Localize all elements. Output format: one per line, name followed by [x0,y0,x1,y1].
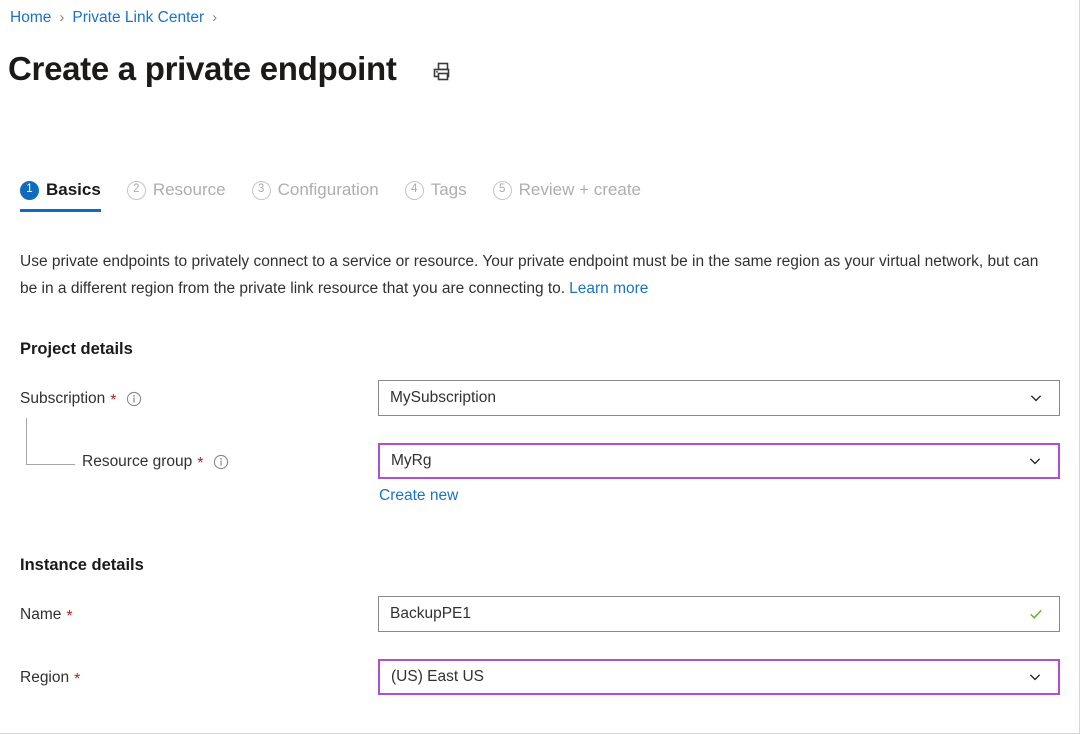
tab-label: Review + create [518,180,642,199]
tab-label: Configuration [277,180,379,199]
page-title: Create a private endpoint [8,50,397,87]
tab-number-badge: 5 [492,180,512,200]
breadcrumb-chevron-icon: › [59,9,65,26]
chevron-down-icon[interactable] [1024,454,1046,468]
resource-group-dropdown[interactable]: MyRg [378,443,1060,479]
tab-label: Resource [152,180,226,199]
section-heading-instance-details: Instance details [20,556,144,574]
breadcrumb-chevron-icon: › [212,9,218,26]
name-input[interactable]: BackupPE1 [378,596,1060,632]
tab-tags[interactable]: 4 Tags [404,180,467,212]
region-label-text: Region [20,669,70,686]
required-asterisk: * [74,671,81,688]
create-new-resource-group-link[interactable]: Create new [379,485,458,507]
tab-number-badge: 2 [126,180,146,200]
resource-group-value: MyRg [391,452,432,469]
chevron-down-icon[interactable] [1025,391,1047,405]
tab-number-badge: 4 [404,180,424,200]
resource-group-label: Resource group * [82,451,229,473]
subscription-value: MySubscription [390,389,496,406]
info-icon[interactable] [126,391,142,407]
wizard-tabs: 1 Basics 2 Resource 3 Configuration 4 Ta… [20,180,667,212]
tab-number-badge: 1 [20,180,39,200]
tab-label: Basics [46,180,101,199]
subscription-label-text: Subscription [20,390,106,407]
name-label: Name * [20,604,73,626]
tab-basics[interactable]: 1 Basics [20,180,101,212]
breadcrumb-item-home[interactable]: Home [10,8,51,28]
printer-icon[interactable] [431,60,455,84]
region-label: Region * [20,667,80,689]
tab-resource[interactable]: 2 Resource [126,180,226,212]
learn-more-link[interactable]: Learn more [569,280,648,297]
subscription-dropdown[interactable]: MySubscription [378,380,1060,416]
name-label-text: Name [20,606,62,623]
info-icon[interactable] [213,454,229,470]
region-value: (US) East US [391,668,485,685]
resource-group-indent-connector [26,418,75,465]
page-description: Use private endpoints to privately conne… [20,248,1052,302]
description-text: Use private endpoints to privately conne… [20,253,1039,297]
breadcrumb-item-private-link-center[interactable]: Private Link Center [72,8,204,28]
breadcrumb: Home › Private Link Center › [10,8,225,28]
tab-label: Tags [430,180,467,199]
title-row: Create a private endpoint [8,48,455,90]
required-asterisk: * [110,392,117,409]
name-value: BackupPE1 [390,605,471,622]
section-heading-project-details: Project details [20,340,133,358]
checkmark-icon [1025,606,1047,622]
required-asterisk: * [66,608,73,625]
resource-group-label-text: Resource group [82,453,193,470]
required-asterisk: * [197,455,204,472]
chevron-down-icon[interactable] [1024,670,1046,684]
tab-number-badge: 3 [251,180,271,200]
subscription-label: Subscription * [20,388,142,410]
tab-review-create[interactable]: 5 Review + create [492,180,642,212]
region-dropdown[interactable]: (US) East US [378,659,1060,695]
create-private-endpoint-page: Home › Private Link Center › Create a pr… [0,0,1080,734]
tab-configuration[interactable]: 3 Configuration [251,180,379,212]
